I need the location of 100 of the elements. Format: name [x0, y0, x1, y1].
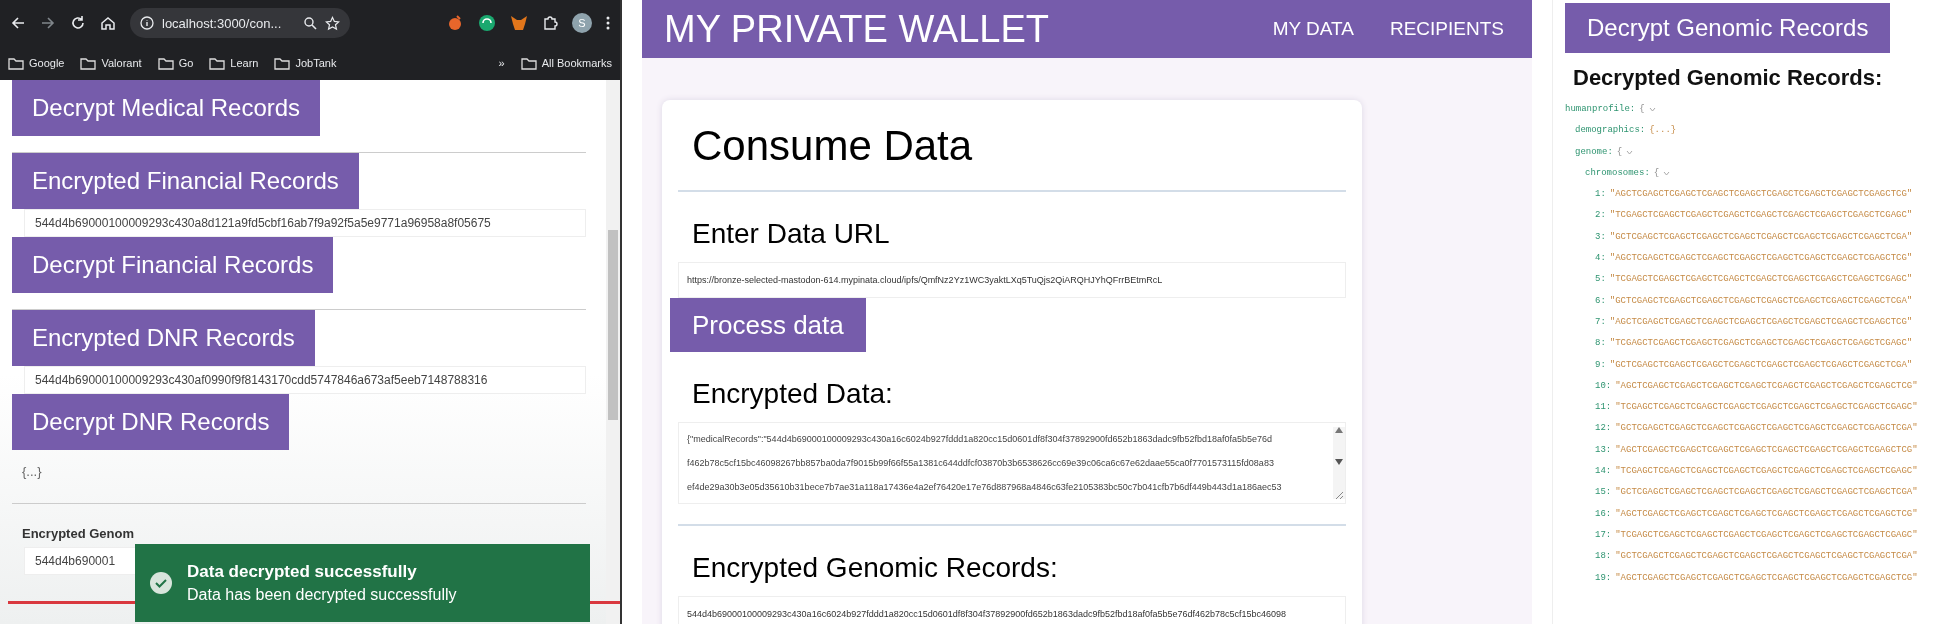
address-bar[interactable]: localhost:3000/con... [130, 8, 350, 38]
menu-icon[interactable] [606, 15, 610, 31]
json-key: 11: [1595, 397, 1612, 419]
json-key: humanprofile: [1565, 99, 1636, 121]
json-value: "GCTCGAGCTCGAGCTCGAGCTCGAGCTCGAGCTCGAGCTCGAGCTCGAGCTCGA" [1609, 358, 1913, 372]
folder-icon[interactable] [80, 56, 97, 70]
extension-icon[interactable] [478, 14, 496, 32]
json-value: "TCGAGCTCGAGCTCGAGCTCGAGCTCGAGCTCGAGCTCGAGCTCGAGCTCGAGC" [1615, 465, 1918, 479]
bookmark[interactable]: Go [178, 57, 194, 69]
nav-link[interactable]: MY DATA [1272, 18, 1354, 40]
toast-title: Data decrypted successfully [187, 562, 418, 582]
bookmarks-overflow[interactable]: » [498, 57, 505, 69]
json-key: 12: [1595, 418, 1612, 440]
folder-icon[interactable] [8, 56, 24, 70]
forward-icon[interactable] [40, 15, 56, 31]
json-value: "TCGAGCTCGAGCTCGAGCTCGAGCTCGAGCTCGAGCTCGAGCTCGAGCTCGAGC" [1609, 209, 1913, 223]
action-button[interactable]: Encrypted DNR Records [12, 310, 315, 366]
back-icon[interactable] [10, 15, 26, 31]
json-key: 10: [1595, 375, 1612, 398]
folder-icon[interactable] [209, 56, 226, 70]
json-value: { [1653, 166, 1660, 180]
json-value: "AGCTCGAGCTCGAGCTCGAGCTCGAGCTCGAGCTCGAGCTCGAGCTCGAGCTCG" [1615, 379, 1918, 393]
json-key: 13: [1595, 439, 1612, 462]
section-heading: Encrypted Data: [692, 378, 893, 410]
json-value: "GCTCGAGCTCGAGCTCGAGCTCGAGCTCGAGCTCGAGCTCGAGCTCGAGCTCGA" [1609, 230, 1913, 244]
json-value: "TCGAGCTCGAGCTCGAGCTCGAGCTCGAGCTCGAGCTCGAGCTCGAGCTCGAGC" [1609, 273, 1913, 287]
url-text: localhost:3000/con... [162, 15, 283, 31]
json-value: "GCTCGAGCTCGAGCTCGAGCTCGAGCTCGAGCTCGAGCTCGAGCTCGAGCTCGA" [1615, 486, 1918, 500]
fox-icon[interactable] [510, 14, 528, 32]
folder-icon[interactable] [520, 56, 537, 70]
action-button[interactable]: Decrypt Financial Records [12, 237, 334, 293]
textarea-line: {"medicalRecords":"544d4b69000100009293c430a16c6024b927fddd1a820cc15d0601df8f304f37892900fd652b1863dadc9fb52fbd18af0fa5b5e76d [687, 433, 1274, 446]
toast-message: Data has been decrypted successfully [187, 586, 457, 604]
json-key: 18: [1595, 546, 1612, 568]
scroll-down-icon[interactable] [1335, 459, 1343, 465]
section-heading: Enter Data URL [692, 218, 890, 250]
bookmark[interactable]: Valorant [101, 57, 142, 69]
home-icon[interactable] [100, 15, 116, 31]
json-key: 19: [1595, 567, 1612, 589]
nav-link[interactable]: RECIPIENTS [1389, 18, 1504, 40]
app-title: MY PRIVATE WALLET [664, 7, 1050, 51]
genomic-field[interactable]: 544d4b69000100009293c430a16c6024b927fddd1a820cc15d0601df8f304f37892900fd652b1863dadc9fb52fbd18af0fa5b5e76df462b78c5cf15bc46098 [678, 596, 1346, 624]
json-key: 4: [1595, 248, 1606, 270]
collapsed-object[interactable]: {...} [22, 464, 42, 479]
process-button[interactable]: Process data [670, 298, 866, 352]
json-key: 5: [1595, 269, 1606, 291]
decrypt-button[interactable]: Decrypt Genomic Records [1565, 3, 1891, 53]
json-value: "AGCTCGAGCTCGAGCTCGAGCTCGAGCTCGAGCTCGAGCTCGAGCTCGAGCTCG" [1615, 443, 1918, 457]
json-value: "AGCTCGAGCTCGAGCTCGAGCTCGAGCTCGAGCTCGAGCTCGAGCTCGAGCTCG" [1609, 188, 1913, 202]
json-key: 14: [1595, 461, 1612, 483]
json-key: 6: [1595, 290, 1606, 312]
json-key: 1: [1595, 184, 1606, 206]
bookmark[interactable]: Learn [230, 57, 259, 69]
json-value: "TCGAGCTCGAGCTCGAGCTCGAGCTCGAGCTCGAGCTCGAGCTCGAGCTCGAGC" [1615, 528, 1918, 542]
json-key: 3: [1595, 226, 1606, 249]
card-title: Consume Data [692, 122, 973, 170]
json-key: 16: [1595, 503, 1612, 525]
action-button[interactable]: Decrypt Medical Records [12, 80, 321, 136]
json-key: chromosomes: [1585, 162, 1650, 185]
folder-icon[interactable] [157, 56, 174, 70]
textarea-line: ef4de29a30b3e05d35610b31bece7b7ae31a118a17436e4a2ef76420e17e76d887968a4846c63fe2105383bc50c7b041cfb7b6df449b443d1a186aec53 [687, 481, 1283, 494]
scroll-up-icon[interactable] [1335, 427, 1343, 433]
folder-icon[interactable] [274, 56, 291, 70]
bookmark[interactable]: Google [29, 57, 65, 69]
all-bookmarks[interactable]: All Bookmarks [541, 57, 612, 69]
encrypted-textarea[interactable] [678, 422, 1346, 504]
json-value: "GCTCGAGCTCGAGCTCGAGCTCGAGCTCGAGCTCGAGCTCGAGCTCGAGCTCGA" [1609, 294, 1913, 308]
bookmark[interactable]: JobTank [295, 57, 337, 69]
star-icon[interactable] [325, 15, 340, 31]
url-field[interactable]: https://bronze-selected-mastodon-614.mypinata.cloud/ipfs/QmfNz2Yz1WC3yaktLXq5TuQjs2QiARQHJYhQFrrBEtmRcL [678, 262, 1346, 298]
info-icon[interactable] [140, 16, 154, 30]
json-key: demographics: [1575, 120, 1646, 142]
json-key: 9: [1595, 354, 1606, 376]
action-button[interactable]: Decrypt DNR Records [12, 394, 290, 450]
json-key: 17: [1595, 524, 1612, 547]
json-key: 7: [1595, 311, 1606, 334]
json-value: "TCGAGCTCGAGCTCGAGCTCGAGCTCGAGCTCGAGCTCGAGCTCGAGCTCGAGC" [1615, 401, 1918, 415]
json-value: "TCGAGCTCGAGCTCGAGCTCGAGCTCGAGCTCGAGCTCGAGCTCGAGCTCGAGC" [1609, 337, 1913, 351]
hash-field[interactable]: 544d4b69000100009293c430af0990f9f8143170cdd5747846a673af5eeb7148788316 [24, 366, 586, 394]
check-icon [149, 571, 173, 595]
json-value: "GCTCGAGCTCGAGCTCGAGCTCGAGCTCGAGCTCGAGCTCGAGCTCGAGCTCGA" [1615, 550, 1918, 564]
json-value: { [1639, 103, 1645, 116]
json-value: "AGCTCGAGCTCGAGCTCGAGCTCGAGCTCGAGCTCGAGCTCGAGCTCGAGCTCG" [1609, 252, 1913, 266]
resize-grip-icon[interactable] [1335, 491, 1343, 499]
json-value: "AGCTCGAGCTCGAGCTCGAGCTCGAGCTCGAGCTCGAGCTCGAGCTCGAGCTCG" [1615, 507, 1918, 521]
section-heading: Encrypted Genomic Records: [692, 552, 1058, 584]
json-key: genome: [1575, 141, 1613, 163]
json-value: { [1616, 145, 1623, 159]
puzzle-icon[interactable] [542, 15, 558, 31]
json-value: "AGCTCGAGCTCGAGCTCGAGCTCGAGCTCGAGCTCGAGCTCGAGCTCGAGCTCG" [1615, 571, 1918, 585]
json-value: "AGCTCGAGCTCGAGCTCGAGCTCGAGCTCGAGCTCGAGCTCGAGCTCGAGCTCG" [1609, 315, 1913, 329]
section-heading: Decrypted Genomic Records: [1573, 65, 1883, 91]
reload-icon[interactable] [70, 15, 86, 31]
hash-field[interactable]: 544d4b69000100009293c430a8d121a9fd5cbf16ab7f9a92f5a5e9771a96958a8f05675 [24, 209, 586, 237]
zoom-icon[interactable] [303, 16, 317, 30]
json-value: "GCTCGAGCTCGAGCTCGAGCTCGAGCTCGAGCTCGAGCTCGAGCTCGAGCTCGA" [1615, 422, 1918, 436]
json-key: 8: [1595, 333, 1606, 355]
action-button[interactable]: Encrypted Financial Records [12, 153, 359, 209]
textarea-line: f462b78c5cf15bc46098267bb857ba0da7f9015b99f66f55a1381c644ddfcf03870b3b6538626cc69e39c06ca6c67e62daae55ca0f7701573115fd08a83 [687, 457, 1275, 470]
field-label: Encrypted Genom [22, 526, 134, 541]
